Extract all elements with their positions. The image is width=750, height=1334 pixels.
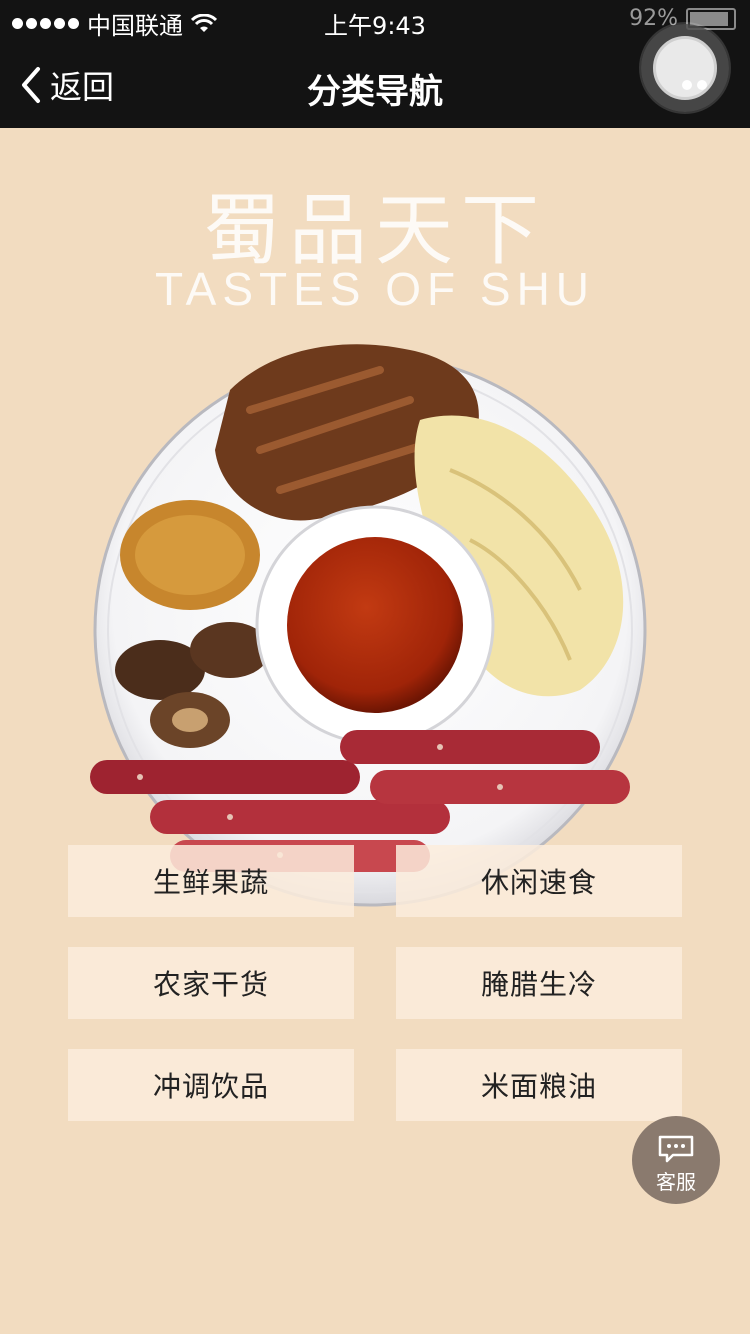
category-button[interactable]: 农家干货 [68,947,354,1019]
banner-title-en: TASTES OF SHU [154,263,596,315]
category-button[interactable]: 休闲速食 [396,845,682,917]
page-title: 分类导航 [307,72,443,112]
category-grid: 生鲜果蔬 休闲速食 农家干货 腌腊生冷 冲调饮品 米面粮油 [68,845,682,1121]
category-button[interactable]: 腌腊生冷 [396,947,682,1019]
category-button[interactable]: 米面粮油 [396,1049,682,1121]
nav-bar: 返回 分类导航 [0,42,750,128]
category-button[interactable]: 冲调饮品 [68,1049,354,1121]
customer-service-button[interactable]: 客服 [632,1116,720,1204]
food-plate-image [80,330,670,910]
customer-service-label: 客服 [656,1170,696,1194]
assistive-touch-icon[interactable] [641,24,729,112]
status-bar: 中国联通 上午9:43 92% [0,0,750,42]
chat-bubble-icon [658,1135,694,1163]
category-button[interactable]: 生鲜果蔬 [68,845,354,917]
